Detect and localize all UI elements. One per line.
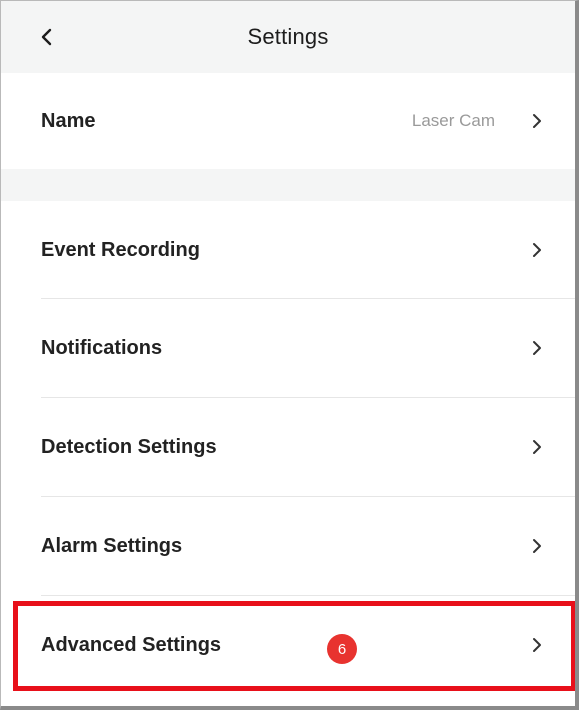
name-label: Name [41, 109, 96, 132]
name-row[interactable]: Name Laser Cam [1, 73, 575, 169]
detection-settings-row[interactable]: Detection Settings [1, 398, 575, 496]
name-section: Name Laser Cam [1, 73, 575, 169]
page-title: Settings [247, 24, 329, 49]
chevron-right-icon [529, 536, 545, 556]
event-recording-label: Event Recording [41, 238, 200, 261]
notifications-row[interactable]: Notifications [1, 299, 575, 397]
chevron-right-icon [529, 437, 545, 457]
event-recording-row[interactable]: Event Recording [1, 201, 575, 299]
name-value: Laser Cam [411, 111, 495, 130]
chevron-right-icon [529, 635, 545, 655]
alarm-settings-row[interactable]: Alarm Settings [1, 497, 575, 595]
chevron-right-icon [529, 240, 545, 260]
chevron-left-icon [41, 28, 52, 46]
detection-settings-label: Detection Settings [41, 435, 217, 458]
notifications-label: Notifications [41, 336, 163, 359]
step-badge: 6 [327, 634, 357, 664]
top-bar: Settings [1, 1, 575, 73]
settings-section: Event Recording Notifications Detection … [1, 201, 575, 706]
chevron-right-icon [529, 111, 545, 131]
advanced-settings-label: Advanced Settings [41, 633, 222, 656]
settings-screen: Settings Name Laser Cam Event Recording … [0, 0, 579, 710]
alarm-settings-label: Alarm Settings [41, 534, 183, 557]
advanced-settings-row[interactable]: Advanced Settings [1, 596, 575, 694]
back-button[interactable] [31, 21, 61, 53]
chevron-right-icon [529, 338, 545, 358]
